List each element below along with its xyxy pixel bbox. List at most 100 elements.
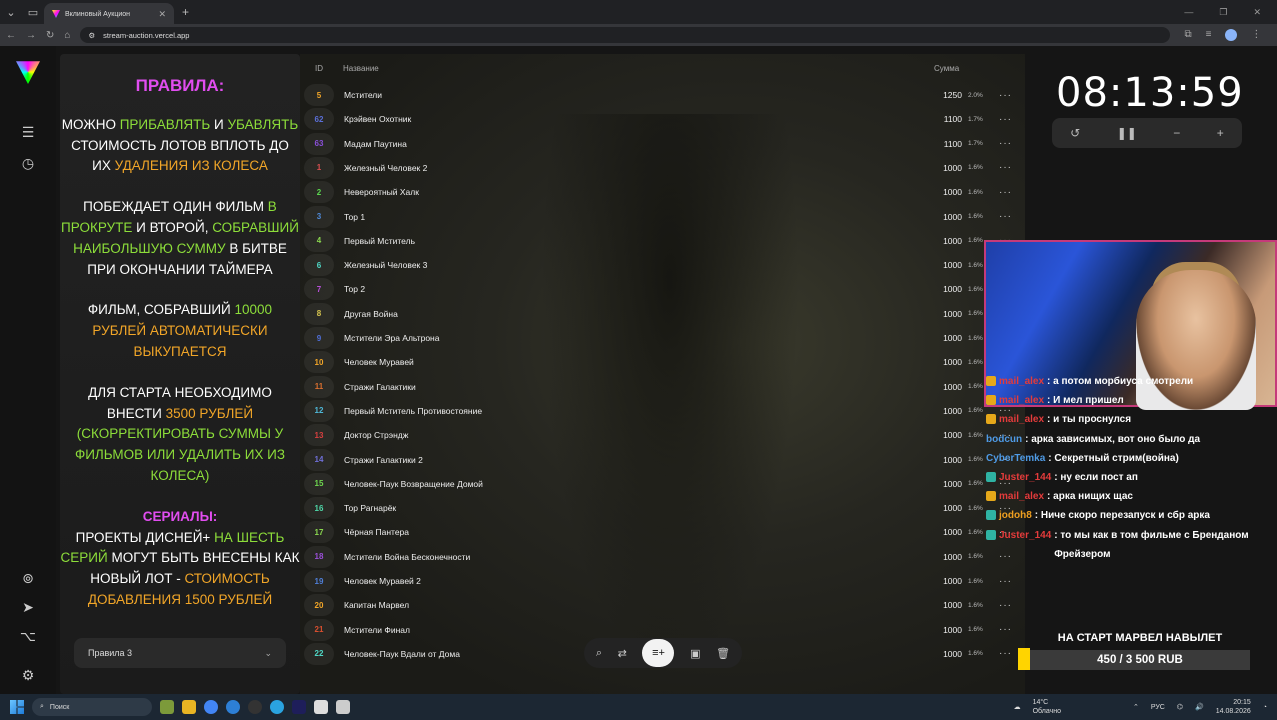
table-row[interactable]: 62 Крэйвен Охотник 1100 1.7% ··· [304, 108, 1024, 131]
minimize-icon[interactable]: — [1184, 7, 1193, 18]
table-row[interactable]: 19 Человек Муравей 2 1000 1.6% ··· [304, 570, 1024, 592]
search-icon[interactable]: ⌕ [596, 647, 602, 660]
table-row[interactable]: 11 Стражи Галактики 1000 1.6% ··· [304, 375, 1024, 398]
telegram-icon[interactable] [270, 700, 284, 714]
window-icon[interactable] [336, 700, 350, 714]
network-icon[interactable]: ⌬ [1177, 703, 1183, 711]
minus-icon[interactable]: − [1173, 126, 1180, 140]
table-row[interactable]: 9 Мстители Эра Альтрона 1000 1.6% ··· [304, 327, 1024, 349]
table-row[interactable]: 20 Капитан Марвел 1000 1.6% ··· [304, 594, 1024, 617]
home-icon[interactable]: ⌂ [64, 30, 70, 41]
lot-name[interactable]: Невероятный Халк [344, 187, 419, 197]
table-row[interactable]: 15 Человек-Паук Возвращение Домой 1000 1… [304, 472, 1024, 495]
more-options-icon[interactable]: ··· [999, 576, 1012, 587]
menu-icon[interactable]: ≡ [1206, 29, 1212, 41]
lot-amount[interactable]: 1000 [934, 236, 962, 246]
more-options-icon[interactable]: ··· [999, 648, 1012, 659]
more-options-icon[interactable]: ··· [999, 114, 1012, 125]
lot-amount[interactable]: 1250 [934, 90, 962, 100]
clock[interactable]: 20:15 14.08.2026 [1216, 698, 1251, 716]
table-row[interactable]: 2 Невероятный Халк 1000 1.6% ··· [304, 181, 1024, 204]
lot-name[interactable]: Тор Рагнарёк [344, 503, 396, 513]
notes-icon[interactable] [314, 700, 328, 714]
new-tab-icon[interactable]: + [182, 5, 189, 19]
lot-amount[interactable]: 1000 [934, 576, 962, 586]
lot-amount[interactable]: 1100 [934, 139, 962, 149]
lot-amount[interactable]: 1000 [934, 625, 962, 635]
save-icon[interactable]: ▣ [690, 647, 700, 660]
lot-amount[interactable]: 1000 [934, 382, 962, 392]
weather-icon[interactable]: ☁ [1014, 703, 1021, 711]
close-window-icon[interactable]: ✕ [1253, 7, 1261, 18]
table-row[interactable]: 3 Тор 1 1000 1.6% ··· [304, 205, 1024, 228]
tab-list-icon[interactable]: ⌄ [0, 1, 22, 23]
history-icon[interactable]: ◷ [18, 155, 38, 172]
lot-name[interactable]: Первый Мститель [344, 236, 415, 246]
lot-name[interactable]: Тор 1 [344, 212, 365, 222]
tray-chevron-icon[interactable]: ⌃ [1133, 703, 1139, 711]
app-icon[interactable] [226, 700, 240, 714]
rules-preset-select[interactable]: Правила 3 ⌄ [74, 638, 286, 668]
table-row[interactable]: 10 Человек Муравей 1000 1.6% ··· [304, 351, 1024, 374]
lot-name[interactable]: Крэйвен Охотник [344, 114, 411, 124]
volume-icon[interactable]: 🔊 [1195, 703, 1204, 711]
lot-name[interactable]: Мстители [344, 90, 382, 100]
extensions-icon[interactable]: ⧉ [1184, 29, 1191, 41]
tab-groups-icon[interactable]: ▭ [22, 1, 44, 23]
settings-gear-icon[interactable]: ⚙ [18, 667, 38, 684]
table-row[interactable]: 8 Другая Война 1000 1.6% ··· [304, 302, 1024, 325]
more-options-icon[interactable]: ··· [999, 138, 1012, 149]
lot-amount[interactable]: 1000 [934, 357, 962, 367]
table-row[interactable]: 16 Тор Рагнарёк 1000 1.6% ··· [304, 497, 1024, 520]
close-tab-icon[interactable]: ✕ [158, 9, 166, 20]
more-options-icon[interactable]: ⋮ [1251, 29, 1261, 41]
premiere-icon[interactable] [292, 700, 306, 714]
lot-amount[interactable]: 1000 [934, 455, 962, 465]
lot-name[interactable]: Железный Человек 3 [344, 260, 427, 270]
lot-name[interactable]: Капитан Марвел [344, 600, 409, 610]
taskbar-search[interactable]: ⌕ Поиск [32, 698, 152, 716]
lot-amount[interactable]: 1100 [934, 114, 962, 124]
integration-icon[interactable]: ⊚ [18, 570, 38, 587]
more-options-icon[interactable]: ··· [999, 187, 1012, 198]
lot-name[interactable]: Человек Муравей 2 [344, 576, 421, 586]
lot-name[interactable]: Мстители Эра Альтрона [344, 333, 439, 343]
app-logo[interactable] [16, 61, 40, 84]
lot-name[interactable]: Чёрная Пантера [344, 527, 409, 537]
chrome-icon[interactable] [204, 700, 218, 714]
lot-amount[interactable]: 1000 [934, 552, 962, 562]
lot-name[interactable]: Человек-Паук Возвращение Домой [344, 479, 483, 489]
obs-icon[interactable] [248, 700, 262, 714]
explorer-icon[interactable] [182, 700, 196, 714]
pause-icon[interactable]: ❚❚ [1117, 126, 1137, 140]
add-lot-icon[interactable]: ≡+ [642, 639, 675, 667]
plus-icon[interactable]: + [1217, 126, 1224, 140]
more-options-icon[interactable]: ··· [999, 162, 1012, 173]
lot-amount[interactable]: 1000 [934, 527, 962, 537]
table-row[interactable]: 13 Доктор Стрэндж 1000 1.6% ··· [304, 424, 1024, 447]
table-row[interactable]: 63 Мадам Паутина 1100 1.7% ··· [304, 132, 1024, 155]
table-row[interactable]: 18 Мстители Война Бесконечности 1000 1.6… [304, 545, 1024, 568]
table-row[interactable]: 14 Стражи Галактики 2 1000 1.6% ··· [304, 448, 1024, 471]
lot-name[interactable]: Стражи Галактики [344, 382, 416, 392]
maximize-icon[interactable]: ❐ [1219, 7, 1227, 18]
reload-icon[interactable]: ↻ [46, 30, 54, 41]
lot-amount[interactable]: 1000 [934, 309, 962, 319]
lot-name[interactable]: Тор 2 [344, 284, 365, 294]
lot-name[interactable]: Стражи Галактики 2 [344, 455, 423, 465]
lot-name[interactable]: Человек-Паук Вдали от Дома [344, 649, 460, 659]
table-row[interactable]: 12 Первый Мститель Противостояние 1000 1… [304, 399, 1024, 422]
shuffle-icon[interactable]: ⇄ [618, 647, 627, 660]
lot-amount[interactable]: 1000 [934, 163, 962, 173]
lot-name[interactable]: Мадам Паутина [344, 139, 407, 149]
browser-tab[interactable]: Вклиновый Аукцион ✕ [44, 3, 174, 25]
table-row[interactable]: 6 Железный Человек 3 1000 1.6% ··· [304, 254, 1024, 277]
lot-name[interactable]: Первый Мститель Противостояние [344, 406, 482, 416]
table-row[interactable]: 4 Первый Мститель 1000 1.6% ··· [304, 229, 1024, 252]
reset-timer-icon[interactable]: ↺ [1070, 126, 1080, 140]
start-icon[interactable] [10, 700, 24, 714]
github-icon[interactable]: ⌥ [18, 628, 38, 645]
trash-icon[interactable]: 🗑 [716, 647, 730, 660]
back-icon[interactable]: ← [6, 30, 16, 41]
more-options-icon[interactable]: ··· [999, 90, 1012, 101]
